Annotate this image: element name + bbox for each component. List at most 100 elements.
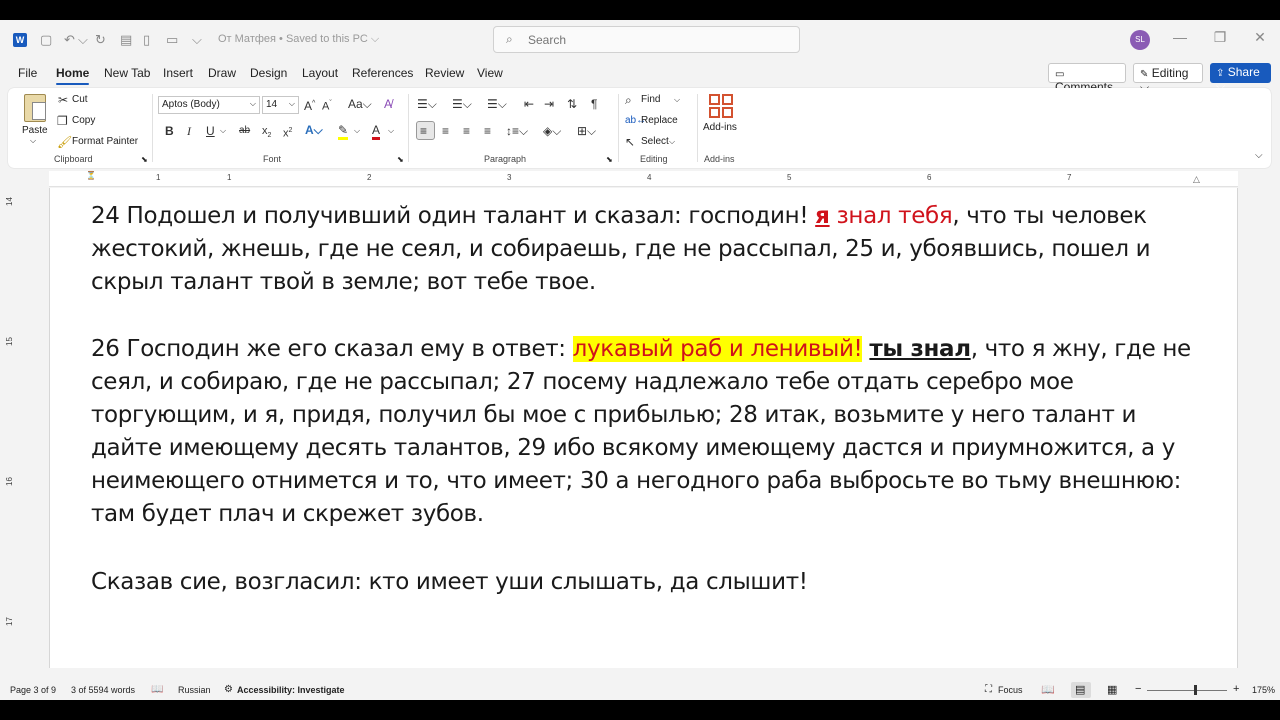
print-icon[interactable]: ▤	[120, 32, 132, 48]
highlight-color-icon[interactable]: ✎	[338, 123, 349, 140]
find-button[interactable]: Find	[641, 94, 660, 105]
customize-toolbar-icon[interactable]: ⌵	[192, 32, 202, 48]
horizontal-ruler[interactable]: ⏳ 1 1 2 3 4 5 6 7 △	[49, 171, 1238, 187]
bullets-icon[interactable]: ☰⌵	[417, 97, 437, 111]
indent-marker-icon[interactable]: ⏳	[86, 171, 96, 180]
align-center-icon[interactable]: ≡	[442, 124, 449, 138]
font-size-dropdown[interactable]: 14 ⌵	[262, 96, 299, 114]
right-indent-marker-icon[interactable]: △	[1193, 174, 1200, 185]
proofing-icon[interactable]: 📖	[151, 684, 163, 695]
print-layout-icon[interactable]: ▤	[1075, 683, 1085, 696]
paragraph-24[interactable]: 24 Подошел и получивший один талант и ск…	[91, 200, 1201, 299]
select-button[interactable]: Select	[641, 136, 669, 147]
clipboard-launcher-icon[interactable]: ⬊	[141, 155, 148, 164]
zoom-slider-thumb[interactable]	[1194, 685, 1197, 695]
copy-button[interactable]: Copy	[72, 115, 95, 126]
align-right-icon[interactable]: ≡	[463, 124, 470, 138]
new-doc-icon[interactable]: ▯	[143, 32, 150, 48]
tab-home[interactable]: Home	[56, 66, 90, 85]
tab-new-tab[interactable]: New Tab	[104, 66, 150, 80]
show-marks-icon[interactable]: ¶	[591, 97, 597, 111]
tab-design[interactable]: Design	[250, 66, 287, 80]
close-icon[interactable]: ✕	[1250, 29, 1270, 46]
replace-button[interactable]: Replace	[641, 115, 678, 126]
tab-draw[interactable]: Draw	[208, 66, 236, 80]
text-effects-icon[interactable]: A⌵	[305, 123, 323, 137]
zoom-slider[interactable]	[1147, 685, 1227, 695]
paste-button[interactable]: Paste ⌵	[20, 92, 50, 148]
collapse-ribbon-icon[interactable]: ⌵	[1255, 149, 1263, 163]
tab-layout[interactable]: Layout	[302, 66, 338, 80]
select-dropdown-icon[interactable]: ⌵	[669, 135, 675, 149]
font-name-dropdown[interactable]: Aptos (Body) ⌵	[158, 96, 260, 114]
comments-button[interactable]: ▭ Comments	[1048, 63, 1126, 94]
accessibility-status[interactable]: Accessibility: Investigate	[237, 685, 345, 695]
ruler-number: 17	[4, 617, 14, 626]
restore-icon[interactable]: ❐	[1210, 29, 1230, 46]
read-mode-icon[interactable]: 📖	[1041, 683, 1055, 696]
format-painter-button[interactable]: Format Painter	[72, 136, 138, 147]
avatar[interactable]: SL	[1130, 30, 1150, 50]
highlight-dropdown-icon[interactable]: ⌵	[354, 124, 360, 138]
language-indicator[interactable]: Russian	[178, 685, 211, 695]
decrease-indent-icon[interactable]: ⇤	[524, 97, 534, 111]
zoom-level[interactable]: 175%	[1252, 685, 1275, 695]
search-input[interactable]	[528, 31, 788, 49]
undo-dropdown-icon[interactable]: ⌵	[78, 32, 88, 48]
tab-review[interactable]: Review	[425, 66, 464, 80]
find-dropdown-icon[interactable]: ⌵	[674, 93, 680, 107]
undo-icon[interactable]: ↶	[64, 32, 75, 48]
share-button[interactable]: ⇪ Share ⌵	[1210, 63, 1271, 93]
italic-icon[interactable]: I	[187, 124, 191, 138]
clear-formatting-icon[interactable]: A̸	[384, 97, 392, 111]
focus-button[interactable]: Focus	[998, 685, 1023, 695]
multilevel-list-icon[interactable]: ☰⌵	[487, 97, 507, 111]
line-spacing-icon[interactable]: ↕≡⌵	[506, 124, 528, 138]
font-launcher-icon[interactable]: ⬊	[397, 155, 404, 164]
minimize-icon[interactable]: —	[1170, 29, 1190, 45]
underline-icon[interactable]: U	[206, 124, 215, 138]
document-title[interactable]: От Матфея • Saved to this PC ⌵	[218, 33, 379, 46]
borders-icon[interactable]: ⊞⌵	[577, 124, 596, 138]
paragraph-closing[interactable]: Сказав сие, возгласил: кто имеет уши слы…	[91, 566, 1201, 599]
font-color-icon[interactable]: A	[372, 123, 381, 140]
zoom-out-icon[interactable]: −	[1135, 683, 1141, 695]
tab-insert[interactable]: Insert	[163, 66, 193, 80]
ruler-number: 1	[156, 173, 161, 182]
sort-icon[interactable]: ⇅	[567, 97, 577, 111]
cut-button[interactable]: Cut	[72, 94, 88, 105]
bold-icon[interactable]: B	[165, 124, 174, 138]
document-page[interactable]: 24 Подошел и получивший один талант и ск…	[49, 188, 1238, 668]
tab-references[interactable]: References	[352, 66, 413, 80]
font-color-dropdown-icon[interactable]: ⌵	[388, 124, 394, 138]
tab-file[interactable]: File	[18, 66, 37, 80]
shrink-font-icon[interactable]: Aˇ	[322, 97, 332, 114]
shading-icon[interactable]: ◈⌵	[543, 124, 561, 138]
addins-button[interactable]: Add-ins	[702, 92, 742, 148]
zoom-in-icon[interactable]: +	[1233, 683, 1239, 695]
search-box[interactable]: ⌕	[493, 26, 800, 53]
underline-dropdown-icon[interactable]: ⌵	[220, 124, 226, 138]
change-case-icon[interactable]: Aa⌵	[348, 97, 372, 111]
superscript-icon[interactable]: x2	[283, 124, 292, 141]
open-folder-icon[interactable]: ▭	[166, 32, 178, 48]
vertical-ruler[interactable]: 14 15 16 17	[0, 187, 17, 667]
autosave-icon[interactable]: ▢	[40, 32, 52, 48]
strikethrough-icon[interactable]: ab	[239, 124, 250, 138]
tab-view[interactable]: View	[477, 66, 503, 80]
grow-font-icon[interactable]: A^	[304, 97, 315, 113]
page-count[interactable]: Page 3 of 9	[10, 685, 56, 695]
web-layout-icon[interactable]: ▦	[1107, 683, 1117, 696]
subscript-icon[interactable]: x2	[262, 124, 271, 143]
align-left-icon[interactable]: ≡	[420, 124, 427, 138]
redo-icon[interactable]: ↻	[95, 32, 106, 48]
paragraph-launcher-icon[interactable]: ⬊	[606, 155, 613, 164]
justify-icon[interactable]: ≡	[484, 124, 491, 138]
divider	[152, 94, 153, 162]
numbering-icon[interactable]: ☰⌵	[452, 97, 472, 111]
increase-indent-icon[interactable]: ⇥	[544, 97, 554, 111]
chevron-down-icon: ⌵	[288, 99, 295, 108]
word-count[interactable]: 3 of 5594 words	[71, 685, 135, 695]
editing-mode-button[interactable]: ✎ Editing ⌵	[1133, 63, 1203, 94]
paragraph-26[interactable]: 26 Господин же его сказал ему в ответ: л…	[91, 333, 1201, 531]
